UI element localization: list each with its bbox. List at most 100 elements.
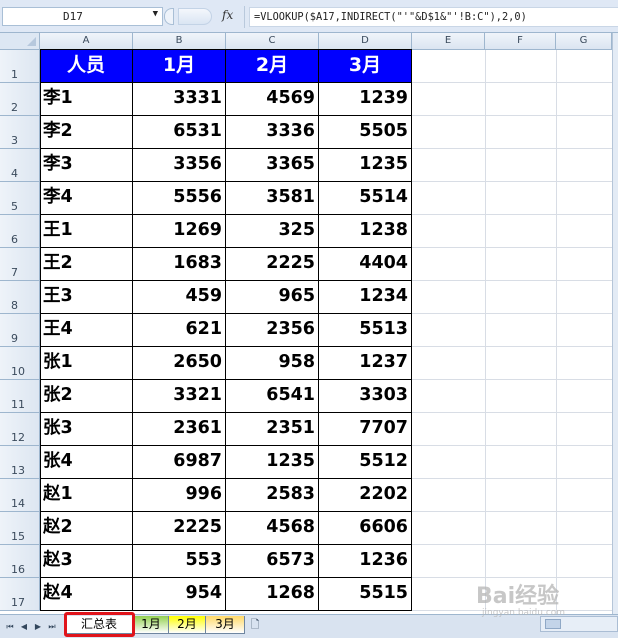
scroll-thumb[interactable]	[545, 619, 561, 629]
column-header-a[interactable]: A	[40, 33, 133, 50]
month-value-cell[interactable]: 6987	[133, 446, 226, 479]
column-header-f[interactable]: F	[485, 33, 556, 50]
insert-function-icon[interactable]: fx	[222, 8, 233, 22]
table-header-cell[interactable]: 人员	[40, 50, 133, 83]
month-value-cell[interactable]: 2202	[319, 479, 412, 512]
select-all-corner[interactable]	[0, 33, 40, 50]
row-header[interactable]: 13	[0, 446, 40, 479]
month-value-cell[interactable]: 3581	[226, 182, 319, 215]
month-value-cell[interactable]: 5515	[319, 578, 412, 611]
column-header-g[interactable]: G	[556, 33, 612, 50]
sheet-tab[interactable]: 2月	[168, 616, 206, 634]
month-value-cell[interactable]: 2650	[133, 347, 226, 380]
table-header-cell[interactable]: 3月	[319, 50, 412, 83]
row-header[interactable]: 4	[0, 149, 40, 182]
person-name-cell[interactable]: 王4	[40, 314, 133, 347]
row-header[interactable]: 10	[0, 347, 40, 380]
row-header[interactable]: 15	[0, 512, 40, 545]
row-header[interactable]: 6	[0, 215, 40, 248]
person-name-cell[interactable]: 王2	[40, 248, 133, 281]
month-value-cell[interactable]: 1239	[319, 83, 412, 116]
person-name-cell[interactable]: 赵2	[40, 512, 133, 545]
month-value-cell[interactable]: 996	[133, 479, 226, 512]
month-value-cell[interactable]: 1268	[226, 578, 319, 611]
row-header[interactable]: 9	[0, 314, 40, 347]
person-name-cell[interactable]: 赵3	[40, 545, 133, 578]
month-value-cell[interactable]: 2356	[226, 314, 319, 347]
month-value-cell[interactable]: 2225	[133, 512, 226, 545]
month-value-cell[interactable]: 4404	[319, 248, 412, 281]
person-name-cell[interactable]: 赵4	[40, 578, 133, 611]
month-value-cell[interactable]: 4568	[226, 512, 319, 545]
row-header[interactable]: 1	[0, 50, 40, 83]
person-name-cell[interactable]: 张2	[40, 380, 133, 413]
month-value-cell[interactable]: 459	[133, 281, 226, 314]
month-value-cell[interactable]: 3303	[319, 380, 412, 413]
month-value-cell[interactable]: 6606	[319, 512, 412, 545]
row-header[interactable]: 7	[0, 248, 40, 281]
row-header[interactable]: 17	[0, 578, 40, 611]
row-header[interactable]: 3	[0, 116, 40, 149]
month-value-cell[interactable]: 1683	[133, 248, 226, 281]
row-header[interactable]: 5	[0, 182, 40, 215]
month-value-cell[interactable]: 2583	[226, 479, 319, 512]
month-value-cell[interactable]: 5512	[319, 446, 412, 479]
person-name-cell[interactable]: 王3	[40, 281, 133, 314]
formula-input[interactable]: =VLOOKUP($A17,INDIRECT("'"&D$1&"'!B:C"),…	[249, 7, 618, 27]
sheet-tab[interactable]: 汇总表	[64, 616, 134, 634]
formula-bar-buttons[interactable]	[178, 8, 212, 25]
last-sheet-icon[interactable]: ⏭	[46, 621, 58, 633]
month-value-cell[interactable]: 5513	[319, 314, 412, 347]
month-value-cell[interactable]: 1236	[319, 545, 412, 578]
row-header[interactable]: 16	[0, 545, 40, 578]
prev-sheet-icon[interactable]: ◀	[18, 621, 30, 633]
person-name-cell[interactable]: 李3	[40, 149, 133, 182]
column-header-e[interactable]: E	[412, 33, 485, 50]
next-sheet-icon[interactable]: ▶	[32, 621, 44, 633]
column-header-b[interactable]: B	[133, 33, 226, 50]
month-value-cell[interactable]: 5505	[319, 116, 412, 149]
month-value-cell[interactable]: 6531	[133, 116, 226, 149]
insert-sheet-icon[interactable]: 🗋	[249, 619, 261, 631]
month-value-cell[interactable]: 2351	[226, 413, 319, 446]
row-header[interactable]: 14	[0, 479, 40, 512]
table-header-cell[interactable]: 1月	[133, 50, 226, 83]
month-value-cell[interactable]: 6573	[226, 545, 319, 578]
person-name-cell[interactable]: 李2	[40, 116, 133, 149]
month-value-cell[interactable]: 1269	[133, 215, 226, 248]
month-value-cell[interactable]: 4569	[226, 83, 319, 116]
person-name-cell[interactable]: 李1	[40, 83, 133, 116]
month-value-cell[interactable]: 5514	[319, 182, 412, 215]
first-sheet-icon[interactable]: ⏮	[4, 621, 16, 633]
month-value-cell[interactable]: 1238	[319, 215, 412, 248]
person-name-cell[interactable]: 王1	[40, 215, 133, 248]
person-name-cell[interactable]: 张3	[40, 413, 133, 446]
month-value-cell[interactable]: 1237	[319, 347, 412, 380]
month-value-cell[interactable]: 1235	[319, 149, 412, 182]
name-box[interactable]: D17 ▼	[2, 7, 163, 26]
horizontal-scrollbar[interactable]	[540, 616, 618, 632]
month-value-cell[interactable]: 1235	[226, 446, 319, 479]
month-value-cell[interactable]: 965	[226, 281, 319, 314]
person-name-cell[interactable]: 张1	[40, 347, 133, 380]
month-value-cell[interactable]: 5556	[133, 182, 226, 215]
row-header[interactable]: 8	[0, 281, 40, 314]
column-header-c[interactable]: C	[226, 33, 319, 50]
person-name-cell[interactable]: 张4	[40, 446, 133, 479]
person-name-cell[interactable]: 李4	[40, 182, 133, 215]
month-value-cell[interactable]: 3356	[133, 149, 226, 182]
month-value-cell[interactable]: 325	[226, 215, 319, 248]
month-value-cell[interactable]: 2225	[226, 248, 319, 281]
month-value-cell[interactable]: 621	[133, 314, 226, 347]
month-value-cell[interactable]: 1234	[319, 281, 412, 314]
month-value-cell[interactable]: 3321	[133, 380, 226, 413]
row-header[interactable]: 11	[0, 380, 40, 413]
month-value-cell[interactable]: 3331	[133, 83, 226, 116]
table-header-cell[interactable]: 2月	[226, 50, 319, 83]
sheet-tab[interactable]: 3月	[205, 616, 245, 634]
sheet-tab[interactable]: 1月	[133, 616, 169, 634]
formula-bar-scroll-handle[interactable]	[164, 8, 174, 25]
chevron-down-icon[interactable]: ▼	[153, 9, 158, 19]
month-value-cell[interactable]: 954	[133, 578, 226, 611]
month-value-cell[interactable]: 3336	[226, 116, 319, 149]
